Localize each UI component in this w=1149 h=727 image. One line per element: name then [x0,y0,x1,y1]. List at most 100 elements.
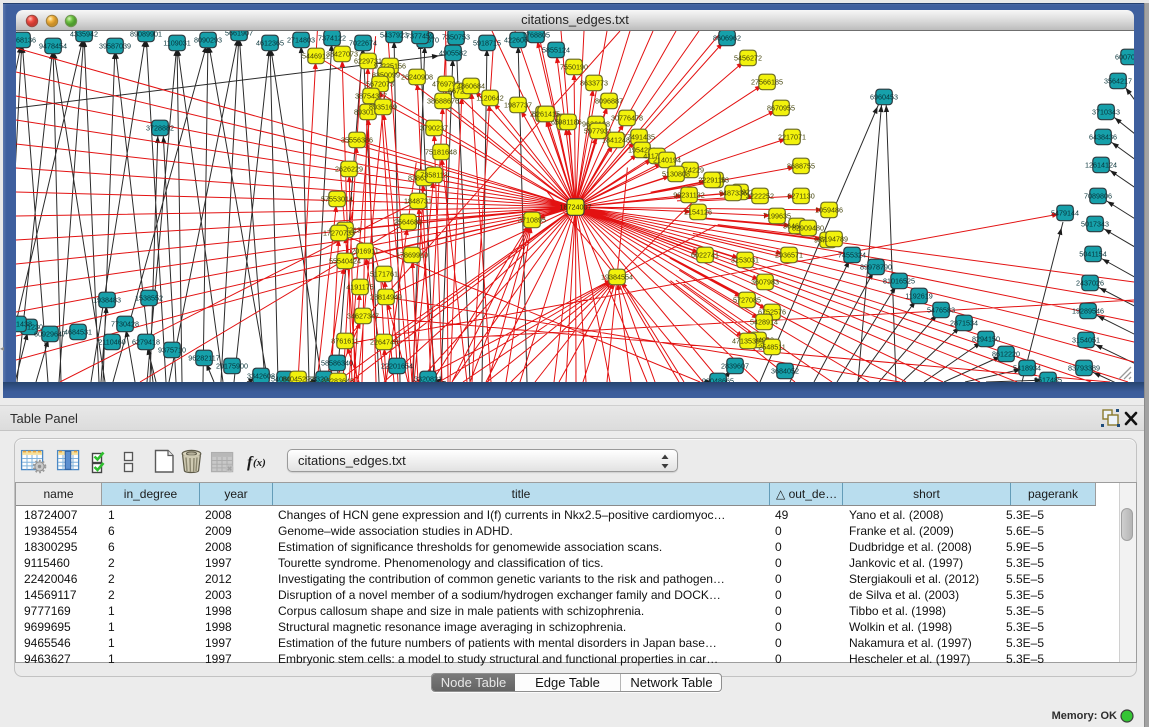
svg-text:1768805: 1768805 [522,31,550,39]
svg-text:2016911: 2016911 [351,246,378,255]
svg-text:17270733: 17270733 [323,228,355,237]
svg-text:2154126: 2154126 [684,207,712,216]
svg-text:8670955: 8670955 [767,103,795,112]
svg-text:89089901: 89089901 [130,31,162,38]
svg-text:47135391: 47135391 [732,336,764,345]
svg-text:3194789: 3194789 [820,234,848,243]
svg-text:96282117: 96282117 [188,353,219,362]
svg-text:4191175: 4191175 [346,282,373,291]
svg-text:1538552: 1538552 [135,293,163,302]
svg-text:19289546: 19289546 [1072,306,1104,315]
svg-text:35556386: 35556386 [341,135,373,144]
svg-text:(x): (x) [253,457,266,469]
svg-text:5456272: 5456272 [734,53,762,62]
svg-text:89978790: 89978790 [860,262,892,271]
svg-text:3222252: 3222252 [746,191,774,200]
svg-text:9517485: 9517485 [1034,375,1062,382]
svg-text:29175900: 29175900 [216,361,248,370]
svg-text:6261415: 6261415 [532,109,560,118]
svg-text:5855124: 5855124 [542,45,570,54]
svg-text:1109031: 1109031 [163,38,190,47]
svg-text:3564217: 3564217 [1104,76,1132,85]
svg-text:34627347: 34627347 [347,311,379,320]
svg-text:39587039: 39587039 [99,41,131,50]
svg-text:4684531: 4684531 [64,327,92,336]
svg-text:8633773: 8633773 [580,78,608,87]
svg-text:2626229: 2626229 [335,164,363,173]
svg-text:8612220: 8612220 [992,349,1020,358]
svg-text:18724007: 18724007 [560,202,592,211]
svg-text:9487336: 9487336 [719,188,747,197]
svg-text:38688676: 38688676 [427,96,459,105]
svg-text:1059486: 1059486 [815,205,843,214]
svg-text:7199635: 7199635 [763,211,791,220]
svg-text:3253031: 3253031 [731,255,759,264]
svg-text:85283645: 85283645 [322,376,354,382]
svg-text:4335942: 4335942 [70,31,98,38]
svg-text:2936571: 2936571 [775,250,803,259]
svg-text:98231132: 98231132 [673,190,704,199]
svg-text:4905582: 4905582 [439,48,467,57]
svg-text:2217071: 2217071 [778,132,806,141]
svg-text:8096887: 8096887 [595,96,623,105]
svg-text:3320821: 3320821 [414,374,442,382]
svg-text:77491435: 77491435 [623,132,655,141]
svg-text:90048665: 90048665 [702,376,734,382]
svg-text:3154051: 3154051 [1072,335,1100,344]
svg-text:4612365: 4612365 [256,38,284,47]
svg-text:3607983: 3607983 [751,277,779,286]
svg-text:2714803: 2714803 [287,35,315,44]
svg-text:7730428: 7730428 [111,319,139,328]
svg-text:30776478: 30776478 [611,113,643,122]
svg-text:4668136: 4668136 [16,35,36,44]
svg-text:6271130: 6271130 [787,191,814,200]
svg-text:7089806: 7089806 [1084,191,1112,200]
svg-text:3741438: 3741438 [16,319,32,328]
svg-text:9478454: 9478454 [39,41,67,50]
svg-text:1987737: 1987737 [504,100,532,109]
svg-text:55540424: 55540424 [329,256,361,265]
svg-text:27566185: 27566185 [751,77,783,86]
svg-text:60929647: 60929647 [34,329,66,338]
svg-text:5672073: 5672073 [366,79,394,88]
svg-text:84045292: 84045292 [282,374,314,382]
svg-text:8294150: 8294150 [972,334,1000,343]
svg-text:7358113: 7358113 [420,170,447,179]
svg-text:5171761: 5171761 [370,269,398,278]
svg-text:7377459: 7377459 [406,31,434,40]
svg-text:5041154: 5041154 [1079,249,1106,258]
svg-text:2564689: 2564689 [394,217,422,226]
svg-text:1120642: 1120642 [476,93,503,102]
svg-text:5918715: 5918715 [473,38,501,47]
svg-text:7350753: 7350753 [442,32,470,41]
svg-text:1938483: 1938483 [93,295,121,304]
svg-text:5476583: 5476583 [927,305,955,314]
svg-text:6022741: 6022741 [691,250,719,259]
svg-text:5479144: 5479144 [1051,208,1079,217]
svg-text:1848731: 1848731 [404,196,432,205]
svg-text:26240908: 26240908 [401,72,433,81]
svg-text:5727085: 5727085 [733,295,761,304]
svg-text:2140194: 2140194 [653,155,681,164]
svg-text:8688755: 8688755 [787,161,815,170]
svg-text:1981186: 1981186 [554,117,581,126]
svg-text:5130808: 5130808 [662,169,690,178]
svg-text:82909480: 82909480 [792,223,824,232]
svg-text:6960453: 6960453 [870,92,898,101]
svg-text:83793389: 83793389 [1068,363,1100,372]
svg-text:2839607: 2839607 [721,361,749,370]
svg-text:8606962: 8606962 [713,33,741,42]
svg-text:3790237: 3790237 [420,123,448,132]
svg-text:3710895: 3710895 [518,215,546,224]
svg-text:4860684: 4860684 [457,81,485,90]
svg-text:5661907: 5661907 [225,31,253,37]
svg-text:6007072: 6007072 [1115,52,1134,61]
svg-text:57553014: 57553014 [321,194,353,203]
svg-text:6438436: 6438436 [1089,132,1117,141]
svg-text:3684052: 3684052 [771,366,799,375]
svg-text:5418934: 5418934 [1013,363,1041,372]
svg-text:6279418: 6279418 [132,337,160,346]
svg-text:7374122: 7374122 [318,33,346,42]
svg-text:8090293: 8090293 [194,35,222,44]
svg-text:8935169: 8935169 [369,102,397,111]
